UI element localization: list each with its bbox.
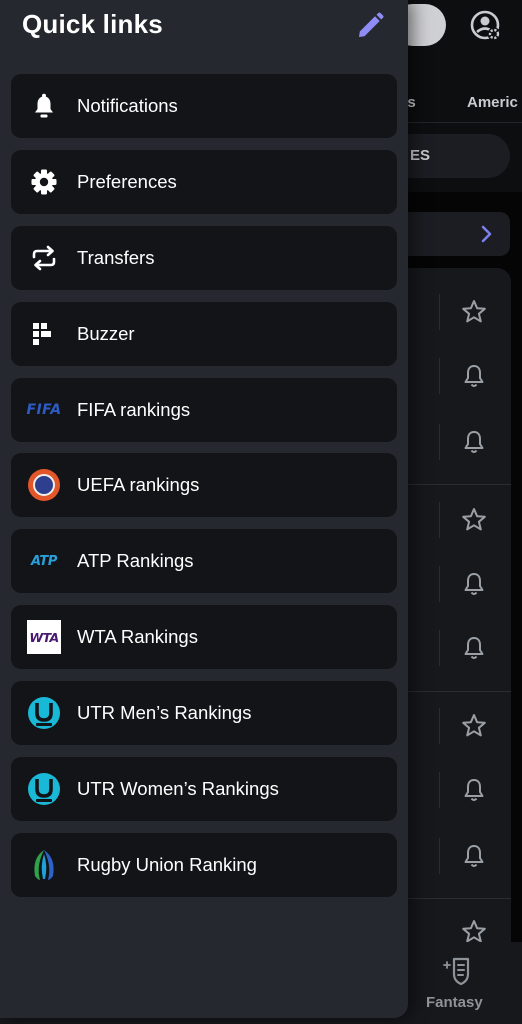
fantasy-icon[interactable] [442,954,472,991]
quick-link-buzzer[interactable]: Buzzer [11,301,397,366]
quick-link-label: Transfers [77,246,155,268]
star-icon[interactable] [460,298,488,326]
quick-links-list: Notifications Preferences Transfers Buzz… [11,74,397,909]
utr-logo [11,757,77,821]
wta-logo: WTA [11,605,77,669]
quick-link-fifa-rankings[interactable]: FIFA FIFA rankings [11,377,397,442]
quick-link-label: Rugby Union Ranking [77,853,257,875]
gear-icon [11,150,77,214]
tab-american[interactable]: Americ [467,94,518,111]
quick-link-label: Buzzer [77,322,135,344]
bell-outline-icon[interactable] [460,570,488,598]
drawer-title: Quick links [22,9,163,39]
fifa-logo: FIFA [11,378,77,442]
wta-logo-text: WTA [29,629,59,645]
quick-links-drawer: Quick links Notifications Preferences Tr… [0,0,408,1018]
quick-link-notifications[interactable]: Notifications [11,74,397,138]
world-rugby-logo [11,833,77,897]
quick-link-label: UTR Women’s Rankings [77,778,279,800]
bell-outline-icon[interactable] [460,634,488,662]
quick-link-label: UEFA rankings [77,474,200,496]
quick-link-transfers[interactable]: Transfers [11,225,397,290]
utr-logo [11,681,77,745]
quick-link-preferences[interactable]: Preferences [11,149,397,214]
fifa-logo-text: FIFA [26,401,62,418]
bell-outline-icon[interactable] [460,428,488,456]
atp-logo: ATP [11,529,77,593]
buzzer-icon [11,302,77,366]
quick-link-rugby-union-ranking[interactable]: Rugby Union Ranking [11,832,397,897]
quick-link-label: WTA Rankings [77,626,198,648]
quick-link-uefa-rankings[interactable]: UEFA rankings [11,453,397,518]
pencil-icon [359,12,384,37]
nav-fantasy-label[interactable]: Fantasy [426,994,483,1011]
quick-link-utr-womens-rankings[interactable]: UTR Women’s Rankings [11,757,397,822]
star-icon[interactable] [460,712,488,740]
star-icon[interactable] [460,506,488,534]
edit-button[interactable] [352,8,388,44]
filter-chip-label: ES [410,147,431,164]
quick-link-utr-mens-rankings[interactable]: UTR Men’s Rankings [11,681,397,746]
quick-link-label: FIFA rankings [77,398,191,420]
quick-link-atp-rankings[interactable]: ATP ATP Rankings [11,529,397,594]
quick-link-label: ATP Rankings [77,550,194,572]
quick-link-label: Notifications [77,95,178,116]
atp-logo-text: ATP [30,553,57,569]
quick-link-label: Preferences [77,170,177,192]
account-settings-icon[interactable] [468,8,504,44]
chevron-right-icon [481,225,492,243]
uefa-logo [11,453,77,517]
bell-icon [11,74,77,138]
quick-link-wta-rankings[interactable]: WTA WTA Rankings [11,605,397,670]
bell-outline-icon[interactable] [460,842,488,870]
bell-outline-icon[interactable] [460,362,488,390]
quick-link-label: UTR Men’s Rankings [77,702,252,724]
bell-outline-icon[interactable] [460,776,488,804]
transfer-arrows-icon [11,226,77,290]
